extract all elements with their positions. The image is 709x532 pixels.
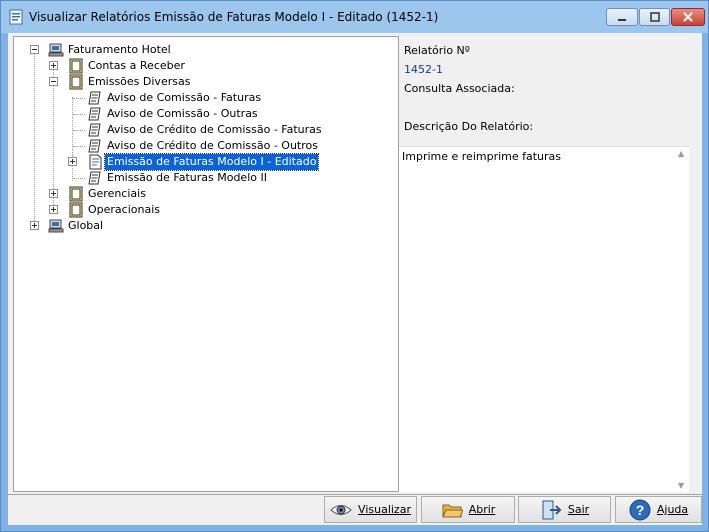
expand-icon[interactable] (49, 189, 58, 198)
tree-line (34, 51, 35, 229)
tree-item-label: Emissão de Faturas Modelo I - Editado (103, 153, 320, 171)
svg-text:?: ? (636, 502, 645, 518)
computer-icon (48, 43, 64, 57)
tree-line (72, 97, 73, 181)
tree-item-label: Aviso de Comissão - Faturas (107, 91, 262, 104)
maximize-icon (649, 12, 660, 22)
tree-item-label: Emissão de Faturas Modelo II (107, 171, 267, 184)
expand-icon[interactable] (68, 157, 77, 166)
divider (8, 494, 702, 495)
tree-line (73, 178, 85, 179)
report-doc-icon (88, 107, 101, 121)
report-tree[interactable]: Faturamento Hotel Contas a Receber Emiss… (13, 36, 399, 492)
tree-label-root: Faturamento Hotel (68, 43, 171, 56)
report-doc-icon (88, 171, 101, 185)
tree-label-global: Global (68, 219, 104, 232)
folder-doc-icon (69, 58, 83, 74)
folder-open-icon (441, 504, 463, 517)
eye-icon (330, 504, 352, 515)
minimize-icon (618, 19, 626, 21)
expand-icon[interactable] (30, 221, 39, 230)
report-properties: Relatório Nº 1452-1 Consulta Associada: … (399, 36, 697, 492)
expand-icon[interactable] (49, 205, 58, 214)
collapse-icon[interactable] (30, 45, 39, 54)
computer-icon (48, 219, 64, 233)
minimize-button[interactable] (606, 8, 638, 26)
report-doc-icon (89, 154, 102, 170)
abrir-button[interactable]: Abrir (421, 496, 515, 523)
title-bar[interactable]: Visualizar Relatórios Emissão de Faturas… (1, 1, 708, 33)
scroll-down-icon[interactable]: ▼ (678, 481, 684, 490)
scroll-up-icon[interactable]: ▲ (678, 149, 684, 158)
client-area: Faturamento Hotel Contas a Receber Emiss… (8, 33, 702, 525)
ajuda-button[interactable]: ? Ajuda (615, 496, 702, 523)
vertical-scrollbar[interactable]: ▲ ▼ (675, 147, 689, 492)
tree-line (73, 98, 85, 99)
tree-line (73, 146, 85, 147)
report-doc-icon (88, 123, 101, 137)
tree-line (73, 114, 85, 115)
tree-item-label: Aviso de Crédito de Comissão - Outros (107, 139, 318, 152)
consulta-label: Consulta Associada: (404, 82, 515, 95)
abrir-label: Abrir (468, 503, 496, 516)
tree-item-label: Aviso de Comissão - Outras (107, 107, 258, 120)
folder-doc-icon (69, 202, 83, 218)
report-doc-icon (88, 91, 101, 105)
exit-icon (542, 500, 562, 519)
maximize-button[interactable] (639, 8, 670, 26)
visualizar-label: Visualizar (358, 503, 411, 516)
expand-icon[interactable] (49, 61, 58, 70)
visualizar-button[interactable]: Visualizar (324, 496, 417, 523)
close-button[interactable] (671, 8, 705, 26)
tree-item-label: Aviso de Crédito de Comissão - Faturas (107, 123, 322, 136)
descricao-value: Imprime e reimprime faturas (402, 150, 562, 163)
tree-label-emissoes: Emissões Diversas (88, 75, 191, 88)
help-icon: ? (629, 499, 651, 520)
relatorio-label: Relatório Nº (404, 44, 470, 57)
tree-label-contas: Contas a Receber (88, 59, 185, 72)
sair-button[interactable]: Sair (518, 496, 611, 523)
report-doc-icon (88, 139, 101, 153)
relatorio-value: 1452-1 (404, 63, 443, 76)
window-title: Visualizar Relatórios Emissão de Faturas… (29, 10, 439, 24)
ajuda-label: Ajuda (656, 503, 689, 516)
descricao-textarea[interactable]: Imprime e reimprime faturas ▲ ▼ (399, 146, 689, 492)
tree-line (73, 130, 85, 131)
folder-doc-icon (69, 186, 83, 202)
tree-label-gerenciais: Gerenciais (88, 187, 146, 200)
window: Visualizar Relatórios Emissão de Faturas… (0, 0, 709, 532)
descricao-label: Descrição Do Relatório: (404, 120, 534, 133)
collapse-icon[interactable] (49, 77, 58, 86)
tree-label-operacionais: Operacionais (88, 203, 161, 216)
close-icon (683, 12, 693, 22)
sair-label: Sair (567, 503, 590, 516)
report-icon (9, 9, 23, 25)
folder-doc-icon (69, 74, 83, 90)
